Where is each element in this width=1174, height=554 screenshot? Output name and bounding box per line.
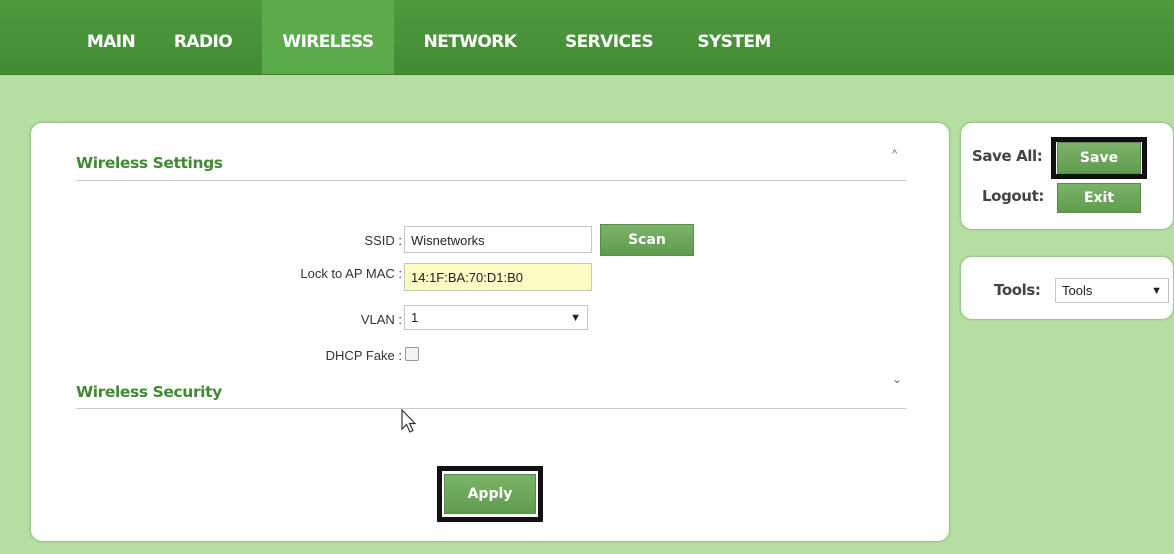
dropdown-arrow-icon: ▼ <box>1151 285 1162 297</box>
dhcp-fake-label: DHCP Fake : <box>325 348 402 363</box>
ssid-input[interactable]: Wisnetworks <box>404 226 592 253</box>
wireless-settings-title: Wireless Settings <box>76 154 223 172</box>
vlan-label: VLAN : <box>360 312 402 327</box>
tab-services[interactable]: SERVICES <box>546 0 672 74</box>
tab-system[interactable]: SYSTEM <box>684 0 784 74</box>
vlan-select[interactable]: 1 ▼ <box>404 305 588 330</box>
logout-label: Logout: <box>982 187 1044 205</box>
tools-selected-value: Tools <box>1062 283 1093 298</box>
apply-button[interactable]: Apply <box>444 474 536 514</box>
lock-ap-mac-label: Lock to AP MAC : <box>300 266 402 281</box>
section-divider <box>76 180 906 181</box>
scan-button[interactable]: Scan <box>600 224 694 256</box>
tools-select[interactable]: Tools ▼ <box>1055 278 1169 303</box>
lock-ap-mac-input[interactable]: 14:1F:BA:70:D1:B0 <box>404 263 592 291</box>
tab-network[interactable]: NETWORK <box>408 0 532 74</box>
mouse-cursor-icon <box>401 409 417 433</box>
vlan-selected-value: 1 <box>411 310 419 325</box>
section-divider <box>76 408 906 409</box>
save-button[interactable]: Save <box>1057 142 1141 174</box>
exit-button[interactable]: Exit <box>1057 183 1141 213</box>
tab-main[interactable]: MAIN <box>72 0 150 74</box>
chevron-down-icon[interactable]: ⌄ <box>892 372 902 386</box>
wireless-security-title: Wireless Security <box>76 383 222 401</box>
tab-wireless[interactable]: WIRELESS <box>262 0 394 74</box>
chevron-up-icon[interactable]: ^ <box>892 148 897 160</box>
tab-radio[interactable]: RADIO <box>160 0 246 74</box>
save-all-label: Save All: <box>972 147 1043 165</box>
dropdown-arrow-icon: ▼ <box>570 312 581 324</box>
tools-label: Tools: <box>994 281 1041 299</box>
ssid-label: SSID : <box>364 233 402 248</box>
dhcp-fake-checkbox[interactable] <box>405 347 419 361</box>
top-nav-bar: MAIN RADIO WIRELESS NETWORK SERVICES SYS… <box>0 0 1174 75</box>
